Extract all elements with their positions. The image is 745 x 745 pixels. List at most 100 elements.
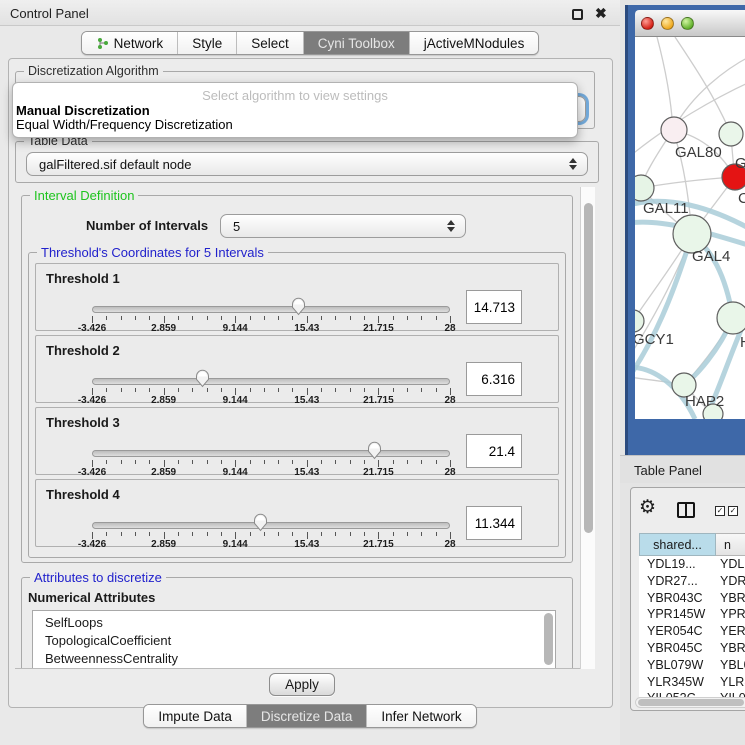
tab-network[interactable]: Network bbox=[82, 32, 179, 54]
table-body: YDL19...YDL1YDR27...YDR2YBR043CYBR0YPR14… bbox=[639, 556, 745, 697]
group-title: Threshold's Coordinates for 5 Intervals bbox=[37, 245, 268, 260]
cell-shared-name[interactable]: YBR043C bbox=[639, 590, 716, 607]
network-edge[interactable] bbox=[675, 37, 731, 134]
number-of-intervals-combo[interactable]: 5 bbox=[220, 214, 466, 238]
cell-shared-name[interactable]: YIL052C bbox=[639, 690, 716, 697]
network-edge[interactable] bbox=[641, 177, 735, 188]
threshold-panel: Threshold 1-3.4262.8599.14415.4321.71528 bbox=[35, 263, 559, 331]
cell-name[interactable]: YBL0 bbox=[716, 657, 745, 674]
dropdown-item-manual-discretization[interactable]: Manual Discretization bbox=[13, 104, 577, 118]
scrollbar-thumb[interactable] bbox=[584, 203, 593, 533]
table-hscrollbar[interactable] bbox=[635, 697, 745, 708]
slider-thumb[interactable] bbox=[253, 513, 268, 532]
network-node[interactable] bbox=[635, 175, 654, 201]
table-row[interactable]: YBR043CYBR0 bbox=[639, 590, 745, 607]
slider-thumb[interactable] bbox=[195, 369, 210, 388]
cell-shared-name[interactable]: YDL19... bbox=[639, 556, 716, 573]
dropdown-placeholder-item[interactable]: Select algorithm to view settings bbox=[13, 83, 577, 104]
slider-scale-labels: -3.4262.8599.14415.4321.71528 bbox=[92, 321, 450, 333]
network-node[interactable] bbox=[635, 310, 644, 332]
float-window-icon[interactable] bbox=[572, 9, 583, 20]
table-row[interactable]: YBL079WYBL0 bbox=[639, 657, 745, 674]
attribute-list-item[interactable]: BetweennessCentrality bbox=[33, 650, 555, 668]
cell-shared-name[interactable]: YBL079W bbox=[639, 657, 716, 674]
network-edge[interactable] bbox=[657, 37, 673, 130]
tab-style[interactable]: Style bbox=[178, 32, 237, 54]
group-title: Attributes to discretize bbox=[30, 570, 166, 585]
network-node-label: C bbox=[738, 190, 745, 207]
tab-jactivemodules[interactable]: jActiveMNodules bbox=[410, 32, 539, 54]
table-row[interactable]: YIL052CYIL0 bbox=[639, 690, 745, 697]
tab-discretize-data[interactable]: Discretize Data bbox=[247, 705, 368, 727]
threshold-value-field[interactable] bbox=[466, 290, 522, 324]
slider-track[interactable] bbox=[92, 522, 450, 529]
scrollbar-thumb[interactable] bbox=[638, 699, 744, 706]
column-header-name[interactable]: n bbox=[716, 533, 745, 556]
table-row[interactable]: YLR345WYLR3 bbox=[639, 674, 745, 691]
tab-cyni-toolbox[interactable]: Cyni Toolbox bbox=[304, 32, 410, 54]
close-icon[interactable]: ✖ bbox=[595, 7, 608, 20]
table-data-group: Table Data galFiltered.sif default node bbox=[15, 141, 599, 183]
cell-shared-name[interactable]: YLR345W bbox=[639, 674, 716, 691]
cell-shared-name[interactable]: YER054C bbox=[639, 623, 716, 640]
cell-shared-name[interactable]: YDR27... bbox=[639, 573, 716, 590]
attribute-list-item[interactable]: SelfLoops bbox=[33, 614, 555, 632]
attribute-list-item[interactable]: TopologicalCoefficient bbox=[33, 632, 555, 650]
zoom-traffic-light-icon[interactable] bbox=[681, 17, 694, 30]
threshold-panel: Threshold 3-3.4262.8599.14415.4321.71528 bbox=[35, 407, 559, 475]
cell-name[interactable]: YDR2 bbox=[716, 573, 745, 590]
thresholds-group: Threshold's Coordinates for 5 Intervals … bbox=[28, 252, 566, 558]
slider-thumb[interactable] bbox=[367, 441, 382, 460]
dropdown-item-equal-width[interactable]: Equal Width/Frequency Discretization bbox=[13, 118, 577, 132]
threshold-value-field[interactable] bbox=[466, 506, 522, 540]
cell-name[interactable]: YLR3 bbox=[716, 674, 745, 691]
settings-scrollbar[interactable] bbox=[580, 187, 595, 669]
slider-track[interactable] bbox=[92, 450, 450, 457]
network-canvas[interactable]: GAL80GACGAL11GAL4GCY1HHAP2 bbox=[635, 37, 745, 419]
table-row[interactable]: YPR145WYPR1 bbox=[639, 606, 745, 623]
slider-thumb[interactable] bbox=[291, 297, 306, 316]
tab-impute-data[interactable]: Impute Data bbox=[144, 705, 247, 727]
slider-track[interactable] bbox=[92, 306, 450, 313]
checkbox-icon[interactable]: ✓ bbox=[715, 506, 725, 516]
cell-name[interactable]: YPR1 bbox=[716, 606, 745, 623]
list-scrollbar[interactable] bbox=[543, 613, 554, 669]
threshold-value-field[interactable] bbox=[466, 362, 522, 396]
numerical-attributes-label: Numerical Attributes bbox=[28, 590, 155, 605]
column-header-shared-name[interactable]: shared... bbox=[639, 533, 716, 556]
network-node[interactable] bbox=[717, 302, 745, 334]
close-traffic-light-icon[interactable] bbox=[641, 17, 654, 30]
cell-name[interactable]: YBR0 bbox=[716, 640, 745, 657]
network-node-label: GA bbox=[735, 155, 745, 172]
cell-name[interactable]: YBR0 bbox=[716, 590, 745, 607]
panel-title: Control Panel bbox=[10, 6, 89, 21]
columns-icon[interactable] bbox=[677, 502, 695, 518]
cell-shared-name[interactable]: YBR045C bbox=[639, 640, 716, 657]
tab-select[interactable]: Select bbox=[237, 32, 304, 54]
table-panel-titlebar: Table Panel bbox=[620, 455, 745, 483]
gear-icon[interactable]: ⚙ bbox=[639, 498, 656, 517]
cell-shared-name[interactable]: YPR145W bbox=[639, 606, 716, 623]
cell-name[interactable]: YDL1 bbox=[716, 556, 745, 573]
table-row[interactable]: YER054CYER0 bbox=[639, 623, 745, 640]
network-node-label: GAL11 bbox=[643, 200, 689, 217]
cell-name[interactable]: YIL0 bbox=[716, 690, 745, 697]
threshold-panel: Threshold 2-3.4262.8599.14415.4321.71528 bbox=[35, 335, 559, 403]
cell-name[interactable]: YER0 bbox=[716, 623, 745, 640]
slider-track[interactable] bbox=[92, 378, 450, 385]
numerical-attributes-list[interactable]: SelfLoopsTopologicalCoefficientBetweenne… bbox=[32, 610, 556, 669]
checkbox-icon[interactable]: ✓ bbox=[728, 506, 738, 516]
table-data-combo[interactable]: galFiltered.sif default node bbox=[26, 152, 588, 176]
table-row[interactable]: YDL19...YDL1 bbox=[639, 556, 745, 573]
minimize-traffic-light-icon[interactable] bbox=[661, 17, 674, 30]
threshold-value-field[interactable] bbox=[466, 434, 522, 468]
tab-infer-network[interactable]: Infer Network bbox=[367, 705, 475, 727]
table-row[interactable]: YBR045CYBR0 bbox=[639, 640, 745, 657]
apply-button[interactable]: Apply bbox=[269, 673, 335, 696]
network-node[interactable] bbox=[719, 122, 743, 146]
group-title: Discretization Algorithm bbox=[24, 64, 163, 78]
network-window-titlebar[interactable] bbox=[635, 10, 745, 37]
table-row[interactable]: YDR27...YDR2 bbox=[639, 573, 745, 590]
threshold-label: Threshold 4 bbox=[46, 487, 120, 502]
network-node[interactable] bbox=[661, 117, 687, 143]
